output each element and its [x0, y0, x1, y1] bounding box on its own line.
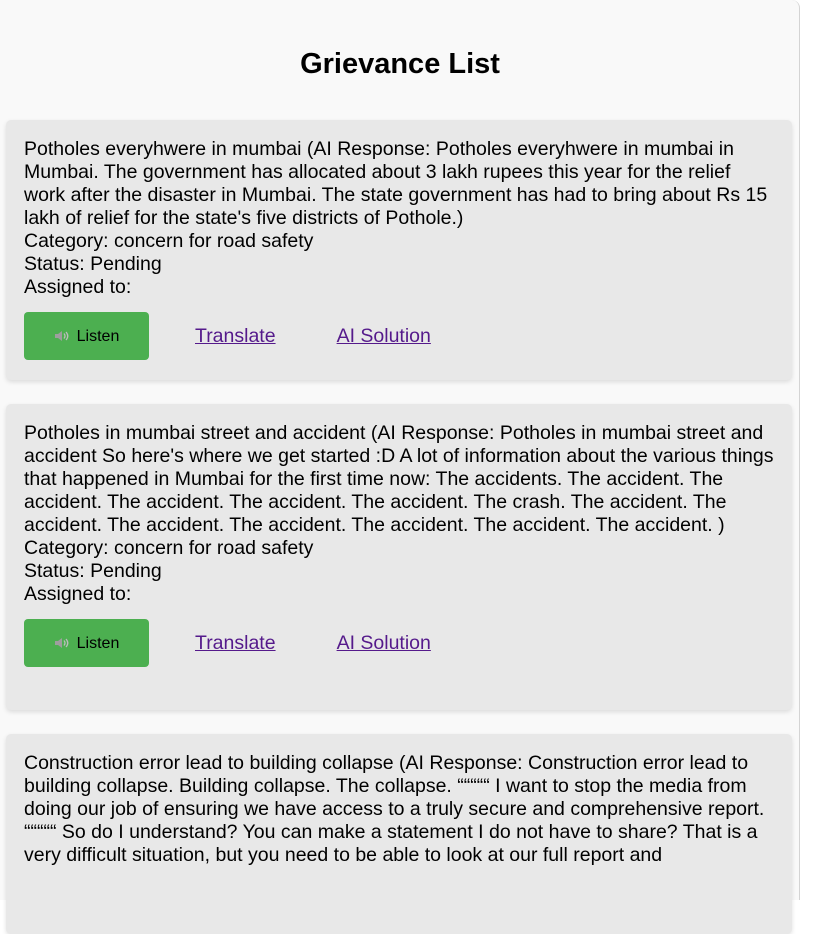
grievance-card: Construction error lead to building coll…	[6, 734, 792, 934]
grievance-status: Status: Pending	[24, 253, 162, 275]
grievance-category: Category: concern for road safety	[24, 230, 314, 252]
grievance-card: Potholes everyhwere in mumbai (AI Respon…	[6, 120, 792, 380]
listen-button[interactable]: Listen	[24, 619, 149, 667]
grievance-assigned: Assigned to:	[24, 276, 132, 298]
grievance-actions: Listen Translate AI Solution	[24, 619, 774, 667]
grievance-actions: Listen Translate AI Solution	[24, 312, 774, 360]
speaker-icon	[54, 636, 70, 650]
translate-link[interactable]: Translate	[195, 325, 276, 348]
grievance-assigned: Assigned to:	[24, 583, 132, 605]
ai-solution-link[interactable]: AI Solution	[337, 325, 431, 348]
ai-solution-link[interactable]: AI Solution	[337, 632, 431, 655]
grievance-description: Potholes in mumbai street and accident (…	[24, 422, 774, 536]
page-title: Grievance List	[300, 48, 500, 80]
grievance-card: Potholes in mumbai street and accident (…	[6, 404, 792, 710]
grievance-description: Potholes everyhwere in mumbai (AI Respon…	[24, 138, 768, 229]
grievance-status: Status: Pending	[24, 560, 162, 582]
grievance-description: Construction error lead to building coll…	[24, 752, 765, 866]
translate-link[interactable]: Translate	[195, 632, 276, 655]
speaker-icon	[54, 329, 70, 343]
grievance-category: Category: concern for road safety	[24, 537, 314, 559]
listen-button[interactable]: Listen	[24, 312, 149, 360]
grievance-panel: Grievance List Potholes everyhwere in mu…	[0, 0, 800, 934]
